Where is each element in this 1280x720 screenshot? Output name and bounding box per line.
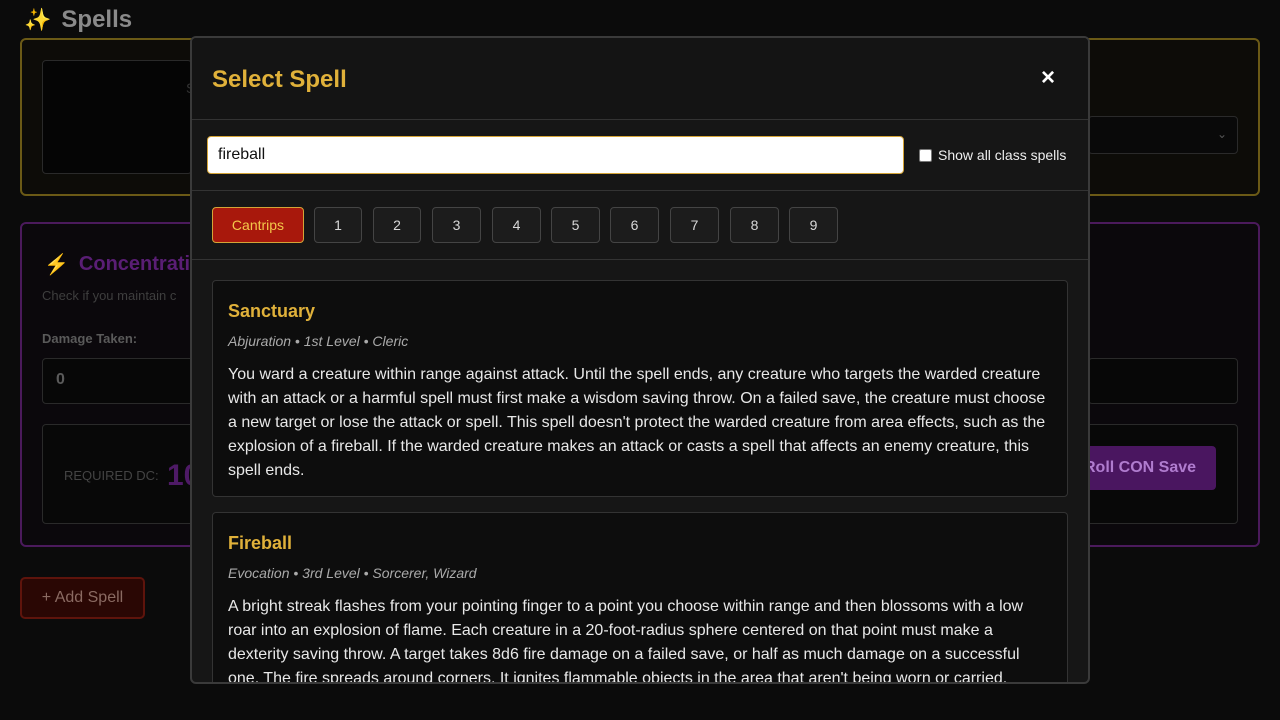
spell-card[interactable]: Fireball Evocation • 3rd Level • Sorcere…: [212, 512, 1068, 684]
show-all-checkbox[interactable]: [919, 148, 932, 162]
spell-name: Sanctuary: [228, 301, 316, 321]
level-filter-7[interactable]: 7: [670, 207, 719, 243]
add-spell-button[interactable]: + Add Spell: [20, 577, 145, 619]
spell-slot-box: [42, 60, 192, 174]
modal-title: Select Spell: [212, 66, 347, 93]
page-title: ✨ Spells: [24, 6, 132, 34]
page-title-text: Spells: [61, 6, 133, 33]
class-select[interactable]: ⌄: [1088, 116, 1238, 154]
damage-taken-input[interactable]: 0: [42, 358, 212, 404]
show-all-class-spells-toggle[interactable]: Show all class spells: [919, 147, 1066, 163]
concentration-title-text: Concentrati: [78, 253, 191, 275]
spell-name: Fireball: [228, 533, 293, 553]
damage-taken-label: Damage Taken:: [42, 331, 138, 346]
lightning-icon: ⚡: [44, 254, 69, 276]
secondary-input[interactable]: [1088, 358, 1238, 404]
spell-search-input[interactable]: [207, 136, 904, 174]
spell-level-filter: Cantrips 1 2 3 4 5 6 7 8 9: [192, 191, 1088, 260]
spell-description: A bright streak flashes from your pointi…: [228, 598, 1024, 684]
level-filter-9[interactable]: 9: [789, 207, 838, 243]
chevron-down-icon: ⌄: [1216, 127, 1227, 141]
concentration-description: Check if you maintain c: [42, 288, 177, 303]
show-all-label: Show all class spells: [938, 147, 1067, 163]
level-filter-2[interactable]: 2: [373, 207, 421, 243]
spell-meta: Abjuration • 1st Level • Cleric: [228, 333, 409, 349]
modal-header: Select Spell ×: [192, 38, 1088, 120]
level-filter-6[interactable]: 6: [610, 207, 659, 243]
spell-results-list[interactable]: Sanctuary Abjuration • 1st Level • Cleri…: [192, 261, 1088, 684]
spell-card[interactable]: Sanctuary Abjuration • 1st Level • Cleri…: [212, 280, 1068, 497]
required-dc-label: REQUIRED DC:: [64, 468, 159, 483]
concentration-title: ⚡ Concentrati: [44, 252, 190, 277]
level-filter-3[interactable]: 3: [432, 207, 481, 243]
level-filter-cantrips[interactable]: Cantrips: [212, 207, 304, 243]
level-filter-5[interactable]: 5: [551, 207, 600, 243]
level-filter-8[interactable]: 8: [730, 207, 779, 243]
sparkles-icon: ✨: [24, 7, 52, 32]
select-spell-modal: Select Spell × Show all class spells Can…: [190, 36, 1090, 684]
search-row: Show all class spells: [192, 120, 1088, 191]
spell-meta: Evocation • 3rd Level • Sorcerer, Wizard: [228, 565, 477, 581]
spell-description: You ward a creature within range against…: [228, 366, 1046, 479]
close-icon[interactable]: ×: [1036, 66, 1060, 90]
level-filter-4[interactable]: 4: [492, 207, 541, 243]
level-filter-1[interactable]: 1: [314, 207, 362, 243]
